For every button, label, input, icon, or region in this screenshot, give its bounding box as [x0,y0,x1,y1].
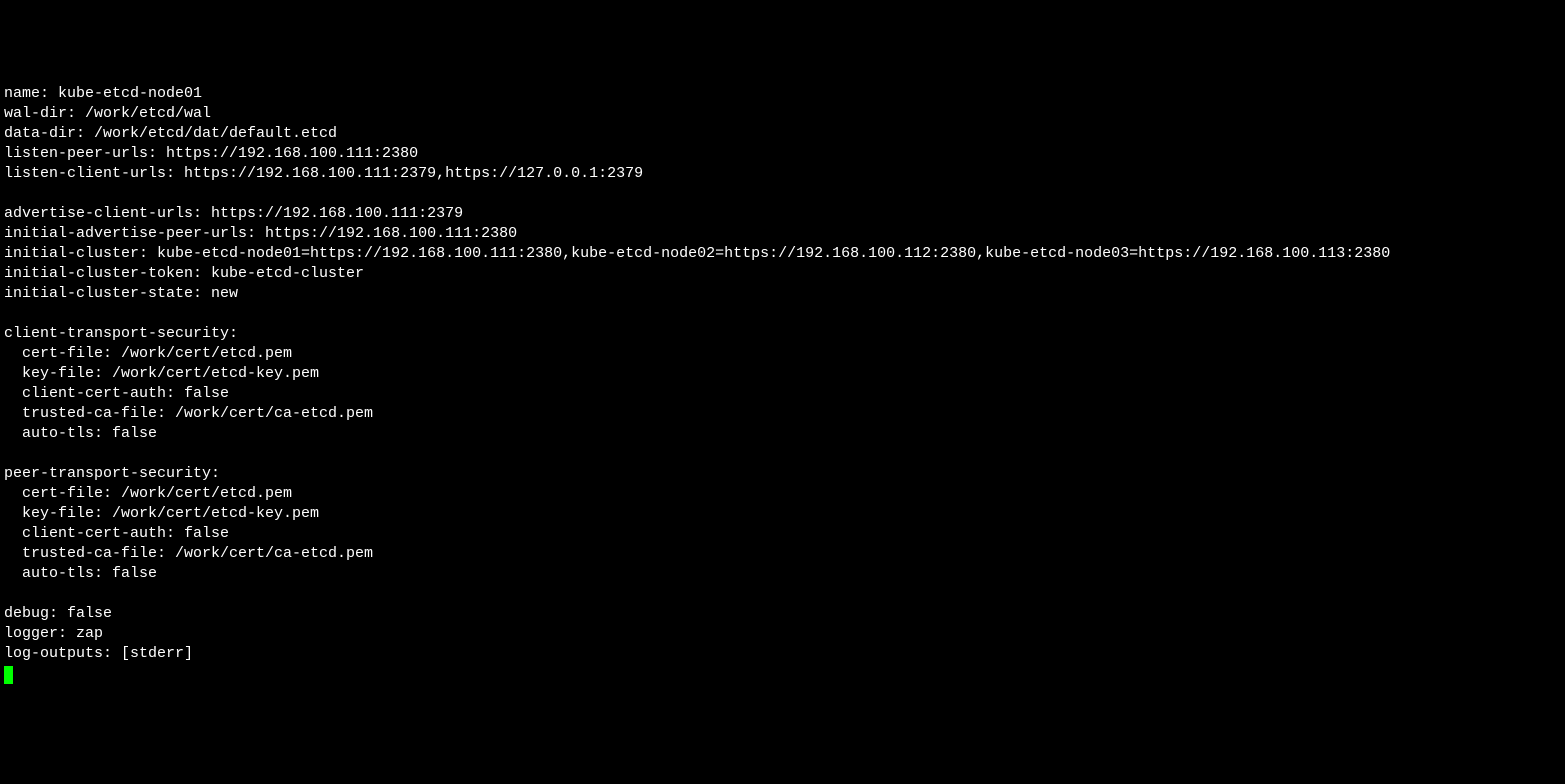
config-line: debug: false [4,605,112,622]
config-line: client-cert-auth: false [4,385,229,402]
config-line: log-outputs: [stderr] [4,645,193,662]
config-line: name: kube-etcd-node01 [4,85,202,102]
config-line: trusted-ca-file: /work/cert/ca-etcd.pem [4,405,373,422]
config-line: cert-file: /work/cert/etcd.pem [4,345,292,362]
config-line: auto-tls: false [4,565,157,582]
terminal-output[interactable]: name: kube-etcd-node01 wal-dir: /work/et… [4,84,1561,684]
config-line: listen-client-urls: https://192.168.100.… [4,165,643,182]
config-line: client-transport-security: [4,325,238,342]
config-line: data-dir: /work/etcd/dat/default.etcd [4,125,337,142]
config-line: key-file: /work/cert/etcd-key.pem [4,505,319,522]
config-line: advertise-client-urls: https://192.168.1… [4,205,463,222]
config-line: wal-dir: /work/etcd/wal [4,105,211,122]
config-line: trusted-ca-file: /work/cert/ca-etcd.pem [4,545,373,562]
config-line: logger: zap [4,625,103,642]
config-line: listen-peer-urls: https://192.168.100.11… [4,145,418,162]
config-line: client-cert-auth: false [4,525,229,542]
terminal-cursor [4,666,13,684]
config-line: key-file: /work/cert/etcd-key.pem [4,365,319,382]
config-line: initial-cluster: kube-etcd-node01=https:… [4,245,1390,262]
config-line: initial-cluster-token: kube-etcd-cluster [4,265,364,282]
config-line: peer-transport-security: [4,465,220,482]
config-line: cert-file: /work/cert/etcd.pem [4,485,292,502]
config-line: auto-tls: false [4,425,157,442]
config-line: initial-cluster-state: new [4,285,238,302]
config-line: initial-advertise-peer-urls: https://192… [4,225,517,242]
